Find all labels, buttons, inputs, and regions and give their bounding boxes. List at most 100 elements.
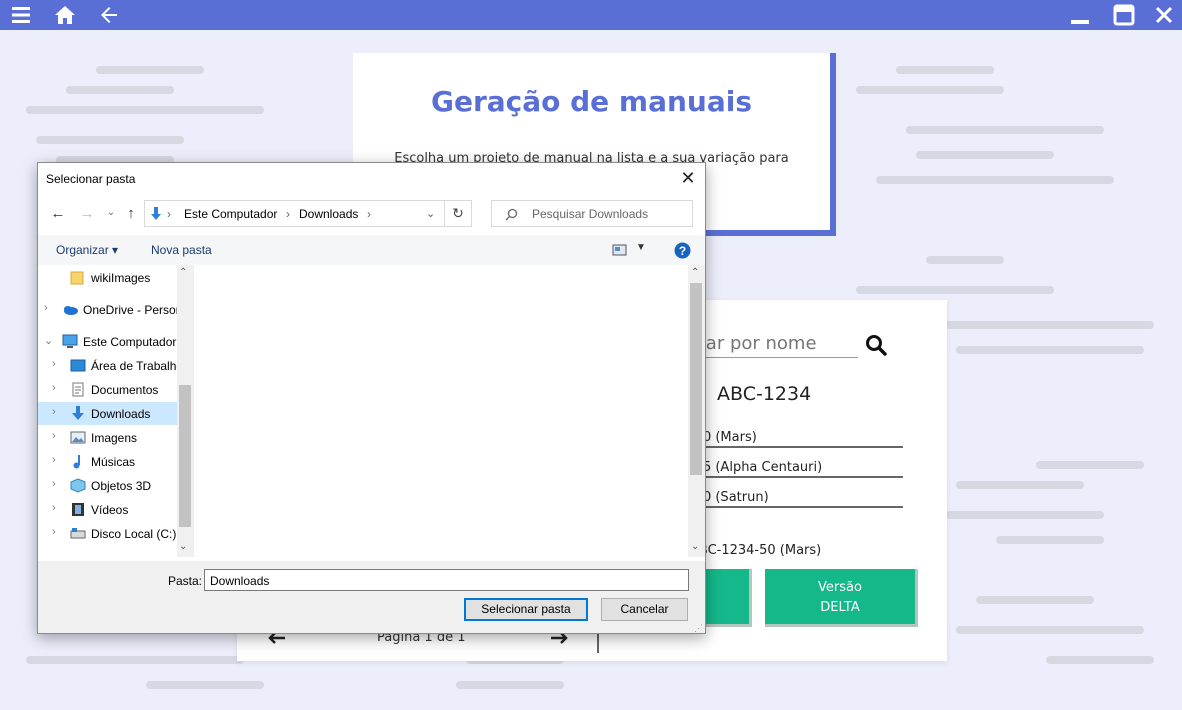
tree-item[interactable]: ⌄ Este Computador [38, 330, 177, 353]
title-bar [0, 0, 1182, 30]
collapse-chevron-icon[interactable]: › [52, 478, 62, 490]
tree-item-label: Imagens [91, 431, 138, 445]
tree-item[interactable]: › Documentos [38, 378, 177, 401]
collapse-chevron-icon[interactable]: › [44, 302, 54, 314]
scroll-up-icon[interactable]: ⌃ [179, 267, 187, 278]
tree-item-label: Vídeos [91, 503, 129, 517]
tree-item-label: Objetos 3D [91, 479, 152, 493]
content-scrollbar[interactable]: ⌃ ⌄ [688, 265, 705, 557]
dialog-title: Selecionar pasta [46, 172, 136, 186]
folder-content-area[interactable] [198, 265, 692, 557]
tree-item-label: Downloads [91, 407, 151, 421]
videos-icon [70, 502, 86, 517]
scroll-thumb[interactable] [179, 385, 191, 527]
documents-icon [70, 382, 86, 397]
objects3d-icon [70, 478, 86, 493]
collapse-chevron-icon[interactable]: › [52, 526, 62, 538]
variation-item[interactable]: -60 (Satrun) [690, 484, 903, 508]
folder-tree: wikiImages › OneDrive - Person ⌄ Este Comput… [38, 265, 195, 557]
scroll-up-icon[interactable]: ⌃ [691, 267, 699, 278]
scroll-down-icon[interactable]: ⌄ [179, 541, 187, 552]
collapse-chevron-icon[interactable]: › [52, 454, 62, 466]
music-icon [70, 454, 86, 469]
collapse-chevron-icon[interactable]: › [52, 358, 62, 370]
address-separator: › [367, 207, 371, 221]
folder-input[interactable]: Downloads [204, 569, 689, 591]
close-icon[interactable]: ✕ [676, 166, 700, 190]
search-placeholder: Pesquisar Downloads [532, 207, 649, 221]
version-delta-button[interactable]: Versão DELTA [765, 569, 918, 627]
images-icon [70, 430, 86, 445]
tree-item[interactable]: › Músicas [38, 450, 177, 473]
downloads-icon [151, 207, 161, 220]
menu-icon[interactable] [9, 3, 33, 27]
tree-item-label: Área de Trabalho [91, 359, 177, 373]
organize-label: Organizar [56, 243, 109, 257]
search-input[interactable] [680, 330, 858, 358]
scroll-down-icon[interactable]: ⌄ [691, 541, 699, 552]
collapse-chevron-icon[interactable]: › [52, 430, 62, 442]
tree-item[interactable]: › Disco Local (C:) [38, 522, 177, 545]
collapse-chevron-icon[interactable]: › [52, 502, 62, 514]
tree-item-label: Este Computador [83, 335, 177, 349]
search-icon[interactable] [864, 333, 888, 357]
refresh-icon[interactable]: ↻ [445, 200, 472, 227]
tree-item[interactable]: › Downloads [38, 402, 177, 425]
home-icon[interactable] [53, 3, 77, 27]
forward-icon[interactable]: → [78, 205, 96, 223]
address-separator: › [167, 207, 171, 221]
tree-item-label: wikiImages [91, 271, 151, 285]
cancel-button[interactable]: Cancelar [601, 598, 688, 621]
view-dropdown-icon[interactable]: ▼ [636, 242, 646, 253]
address-segment[interactable]: Este Computador [184, 207, 277, 221]
tree-item[interactable]: › Vídeos [38, 498, 177, 521]
downloads-icon [70, 406, 86, 421]
resize-grip[interactable]: ⋰ [694, 623, 703, 634]
recent-chevron-icon[interactable]: ⌄ [102, 204, 120, 222]
organize-button[interactable]: Organizar ▾ [56, 243, 118, 257]
command-bar: Organizar ▾ Nova pasta ▼ ? [38, 235, 705, 265]
address-segment[interactable]: Downloads [299, 207, 358, 221]
new-folder-button[interactable]: Nova pasta [151, 243, 212, 257]
help-icon[interactable]: ? [674, 242, 691, 259]
expand-chevron-icon[interactable]: ⌄ [44, 334, 54, 347]
folder-icon [70, 270, 86, 285]
onedrive-icon [62, 302, 78, 317]
address-bar[interactable]: › Este Computador › Downloads › ⌄ [144, 200, 445, 227]
selected-variation: ABC-1234-50 (Mars) [690, 543, 822, 558]
tree-item-label: Disco Local (C:) [91, 527, 177, 541]
computer-icon [62, 334, 78, 349]
tree-item-label: Documentos [91, 383, 159, 397]
scroll-thumb[interactable] [690, 283, 702, 475]
close-window-icon[interactable] [1152, 3, 1176, 27]
address-dropdown-icon[interactable]: ⌄ [426, 207, 435, 220]
back-arrow-icon[interactable] [97, 3, 121, 27]
select-folder-button[interactable]: Selecionar pasta [464, 598, 588, 621]
tree-item[interactable]: › OneDrive - Person [38, 298, 177, 321]
tree-item-label: OneDrive - Person [83, 303, 177, 317]
view-icon[interactable] [612, 244, 627, 256]
search-icon [505, 208, 518, 221]
select-folder-dialog: Selecionar pasta ✕ ← → ⌄ ↑ › Este Comput… [37, 162, 706, 634]
tree-item[interactable]: › Imagens [38, 426, 177, 449]
address-separator: › [286, 207, 290, 221]
search-downloads-input[interactable]: Pesquisar Downloads [491, 200, 693, 227]
up-icon[interactable]: ↑ [122, 205, 140, 223]
folder-label: Pasta: [168, 574, 203, 588]
desktop-icon [70, 358, 86, 373]
variation-item[interactable]: -55 (Alpha Centauri) [690, 454, 903, 478]
disk-icon [70, 526, 86, 541]
project-title: ABC-1234 [717, 383, 812, 405]
tree-item[interactable]: wikiImages [38, 266, 177, 289]
collapse-chevron-icon[interactable]: › [52, 382, 62, 394]
back-icon[interactable]: ← [49, 205, 67, 223]
svg-text:?: ? [679, 244, 686, 258]
tree-item[interactable]: › Área de Trabalho [38, 354, 177, 377]
tree-scrollbar[interactable]: ⌃ ⌄ [177, 265, 194, 557]
tree-item[interactable]: › Objetos 3D [38, 474, 177, 497]
tree-item-label: Músicas [91, 455, 136, 469]
maximize-icon[interactable] [1112, 3, 1136, 27]
collapse-chevron-icon[interactable]: › [52, 406, 62, 418]
variation-item[interactable]: -50 (Mars) [690, 424, 903, 448]
minimize-icon[interactable] [1068, 3, 1092, 27]
